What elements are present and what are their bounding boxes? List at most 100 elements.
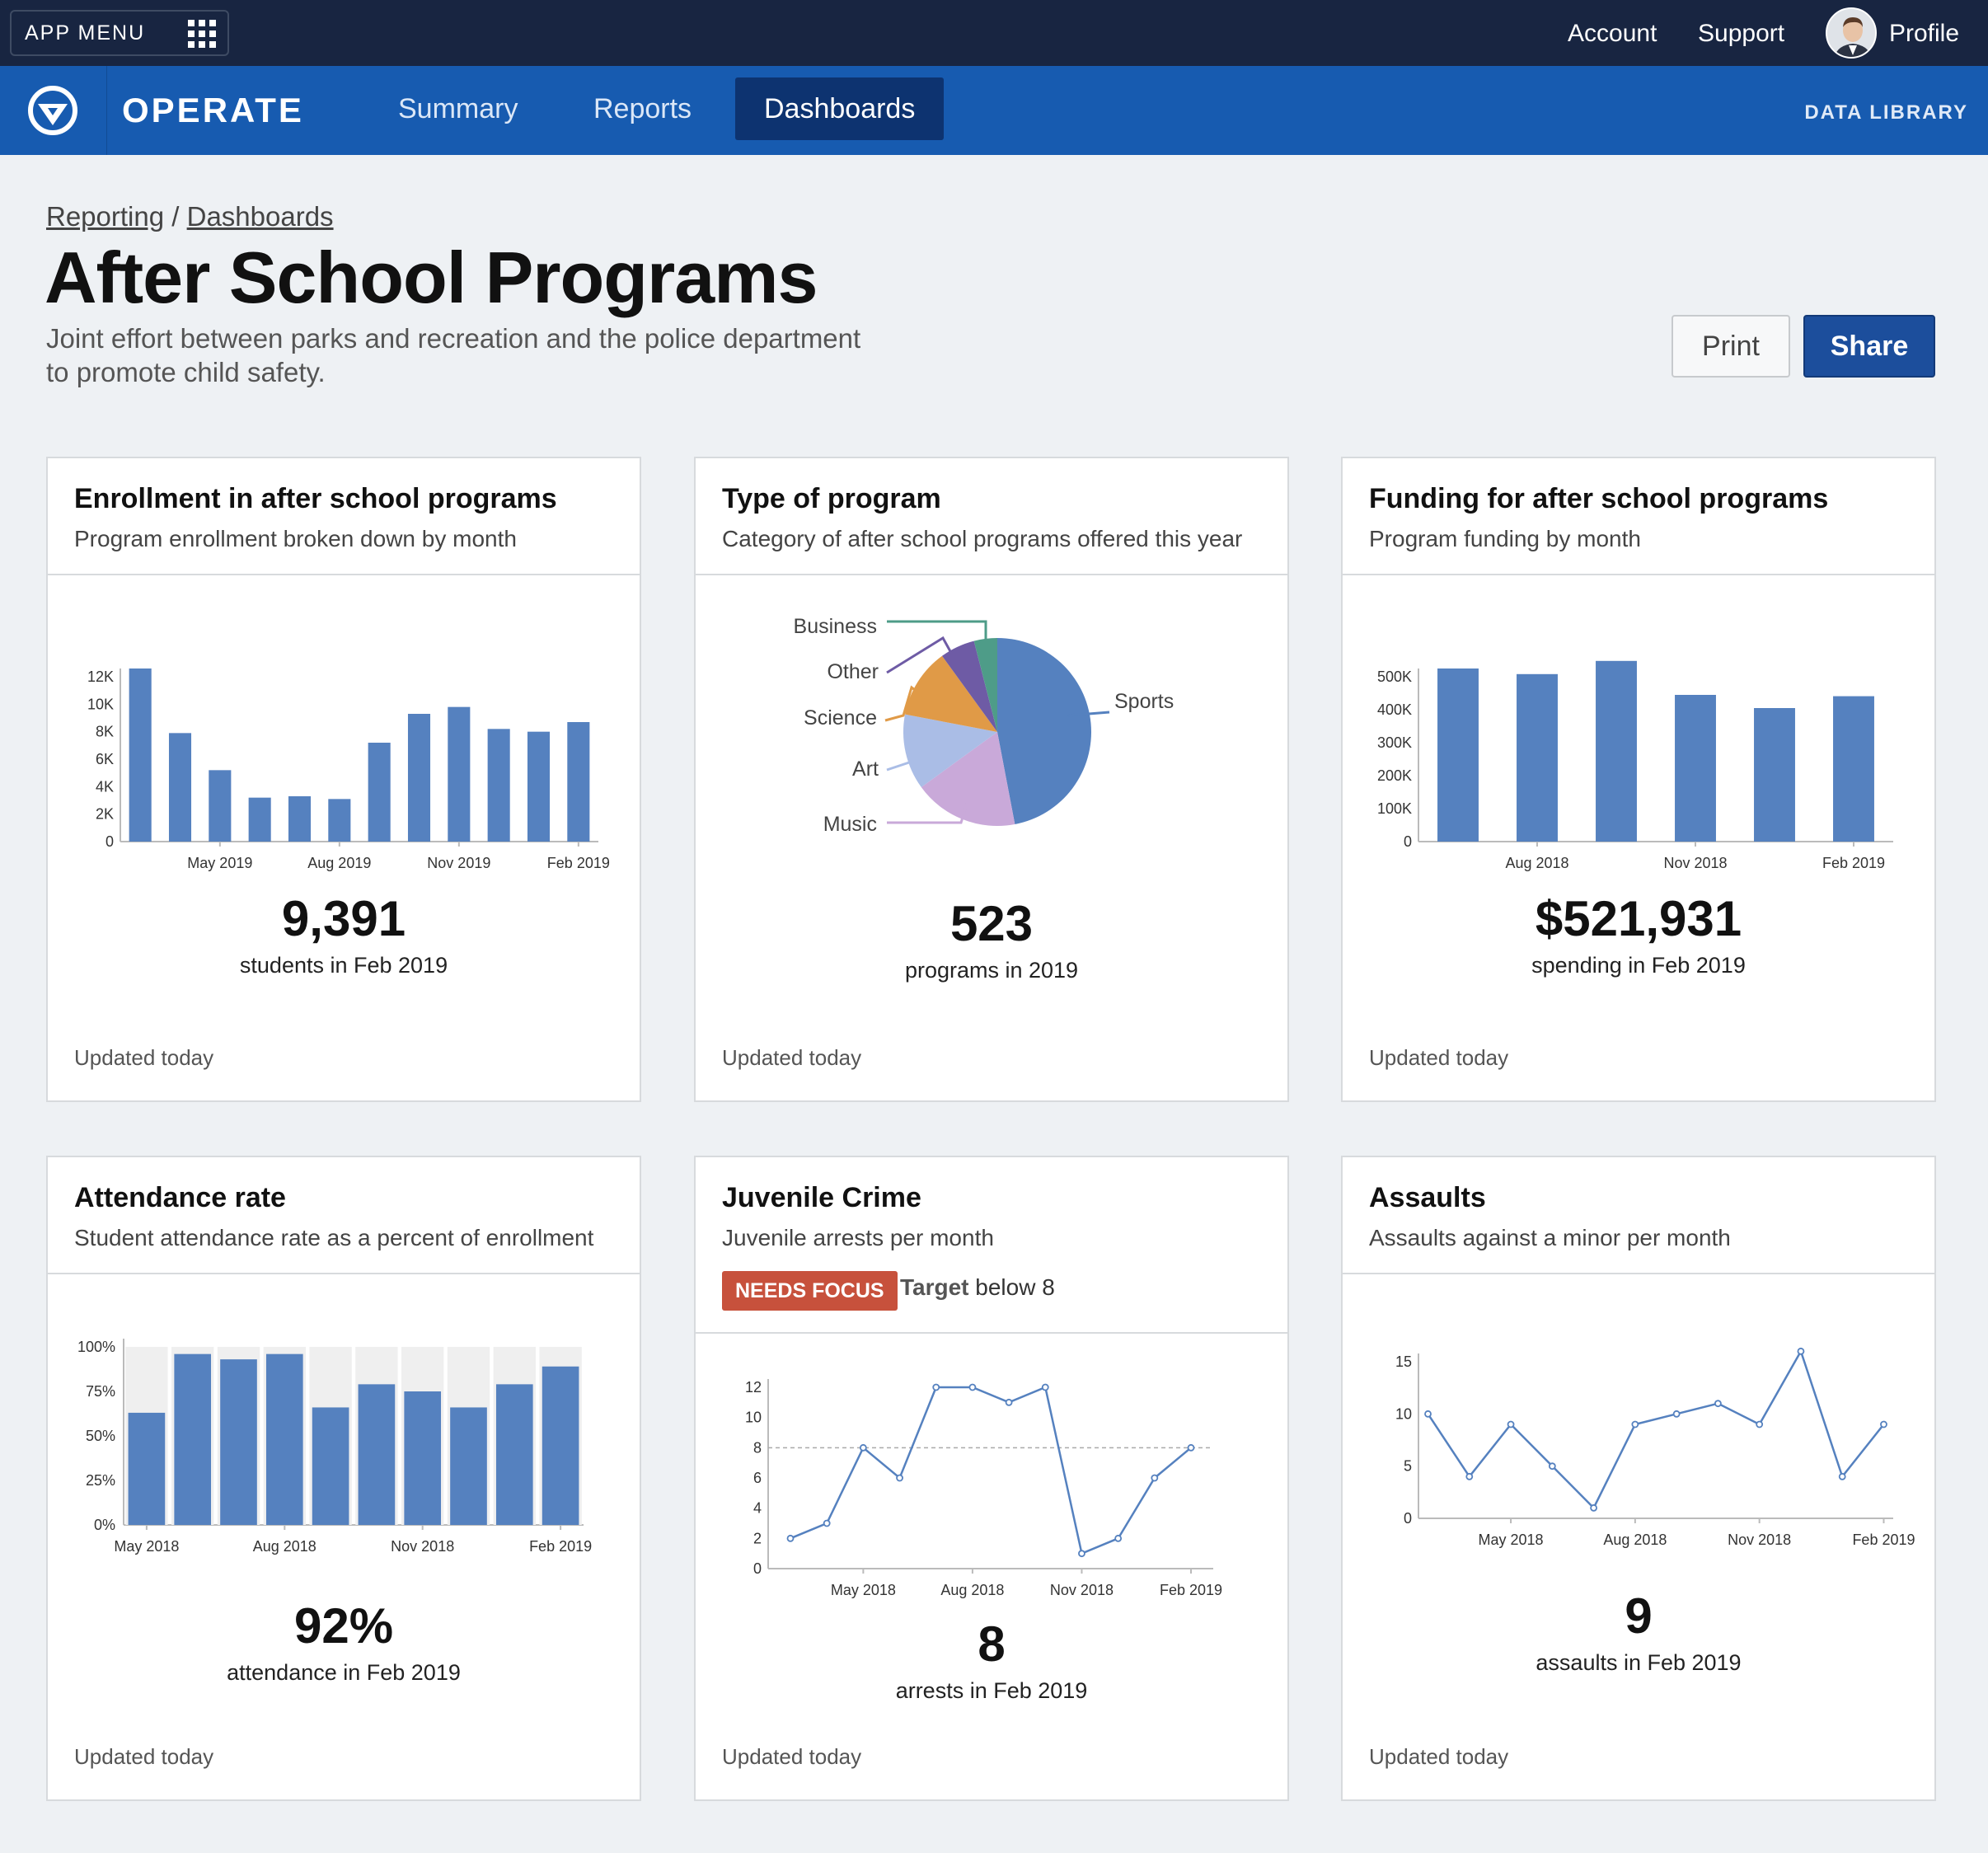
bar: [407, 714, 431, 842]
data-point: [1465, 1472, 1474, 1480]
card-description: Category of after school programs offere…: [722, 526, 1243, 551]
y-tick-label: 0: [1404, 833, 1412, 850]
y-tick-label: 50%: [86, 1428, 115, 1444]
data-point: [1114, 1534, 1123, 1542]
bar: [168, 733, 192, 842]
tab-reports[interactable]: Reports: [565, 77, 720, 140]
metric-caption: programs in 2019: [904, 958, 1079, 983]
tab-summary[interactable]: Summary: [369, 77, 546, 140]
card-description: Program funding by month: [1369, 526, 1641, 551]
profile-link[interactable]: Profile: [1889, 0, 1959, 66]
data-point: [1631, 1420, 1639, 1428]
bar: [404, 1391, 442, 1525]
data-point: [968, 1383, 977, 1391]
y-tick-label: 4: [753, 1500, 762, 1517]
tab-dashboards[interactable]: Dashboards: [735, 77, 945, 140]
pie-label: Other: [827, 660, 879, 683]
attendance-chart: 0% 25% 50% 75% 100% May 2018 Aug 2018 Nov 2018 F…: [77, 1339, 592, 1555]
y-tick-label: 25%: [86, 1472, 115, 1489]
card-header: Juvenile Crime Juvenile arrests per mont…: [696, 1157, 1287, 1334]
pie-label: Art: [852, 758, 879, 781]
y-tick-label: 8: [753, 1439, 762, 1456]
y-tick-label: 15: [1395, 1353, 1412, 1370]
data-point: [1838, 1472, 1846, 1480]
program-type-pie-chart: Sports Music Art Science Other Business: [794, 615, 1175, 836]
data-point: [1005, 1398, 1013, 1406]
share-button[interactable]: Share: [1803, 315, 1935, 378]
y-tick-label: 6K: [96, 751, 114, 767]
bar: [128, 1412, 166, 1525]
support-link[interactable]: Support: [1698, 0, 1784, 66]
metric-caption: arrests in Feb 2019: [895, 1678, 1088, 1703]
page-title: After School Programs: [45, 237, 818, 318]
bar: [368, 743, 391, 842]
card-description: Student attendance rate as a percent of …: [74, 1225, 594, 1250]
updated-label: Updated today: [1369, 1744, 1509, 1769]
data-library-link[interactable]: DATA LIBRARY: [1804, 66, 1968, 160]
data-point: [859, 1443, 867, 1452]
updated-label: Updated today: [74, 1045, 214, 1070]
target-word: Target: [900, 1274, 969, 1300]
breadcrumb-reporting[interactable]: Reporting: [46, 201, 164, 232]
y-tick-label: 2: [753, 1530, 762, 1546]
card-header: Enrollment in after school programs Prog…: [48, 458, 640, 575]
bar: [312, 1407, 349, 1525]
y-tick-label: 75%: [86, 1383, 115, 1400]
data-point: [1078, 1550, 1085, 1558]
bar: [174, 1353, 212, 1525]
card-title: Enrollment in after school programs: [74, 483, 557, 514]
data-point: [1151, 1474, 1159, 1482]
card-description: Juvenile arrests per month: [722, 1225, 994, 1250]
card-title: Funding for after school programs: [1369, 483, 1829, 514]
bar: [358, 1384, 396, 1525]
app-menu-button[interactable]: APP MENU: [10, 10, 229, 56]
assaults-chart: 0 5 10 15 May 2018 Aug 2018 Nov 2018 Feb 2019: [1395, 1347, 1915, 1548]
needs-focus-badge: NEEDS FOCUS: [722, 1271, 898, 1311]
x-tick-label: Nov 2018: [391, 1538, 454, 1555]
x-tick-label: Feb 2019: [547, 855, 610, 871]
avatar-icon: [1827, 9, 1875, 57]
metric-value: 9: [1625, 1588, 1653, 1644]
bar: [1517, 673, 1558, 842]
x-tick-label: Aug 2018: [940, 1582, 1004, 1598]
top-bar: APP MENU Account Support Profile: [0, 0, 1988, 66]
y-tick-label: 400K: [1377, 701, 1412, 718]
data-point: [1797, 1347, 1805, 1355]
pie-slice-sports: [997, 638, 1091, 824]
updated-label: Updated today: [1369, 1045, 1509, 1070]
target-value: below 8: [975, 1274, 1055, 1300]
x-tick-label: May 2019: [187, 855, 252, 871]
logo[interactable]: [0, 66, 107, 155]
x-tick-label: Feb 2019: [1822, 855, 1885, 871]
bar: [1833, 696, 1874, 842]
data-point: [1424, 1410, 1432, 1418]
app-menu-label: APP MENU: [25, 21, 146, 45]
bar: [1596, 660, 1637, 842]
x-tick-label: Aug 2018: [253, 1538, 316, 1555]
bar: [567, 722, 590, 842]
x-tick-label: Aug 2018: [1603, 1532, 1667, 1548]
y-tick-label: 10: [745, 1410, 762, 1426]
account-link[interactable]: Account: [1568, 0, 1657, 66]
print-button[interactable]: Print: [1672, 315, 1790, 378]
avatar[interactable]: [1826, 7, 1877, 59]
data-point: [1041, 1383, 1049, 1391]
y-tick-label: 6: [753, 1470, 762, 1486]
enrollment-card: Enrollment in after school programs Prog…: [46, 457, 641, 1102]
bar: [1754, 708, 1795, 842]
bar: [328, 799, 351, 842]
y-tick-label: 8K: [96, 724, 114, 740]
breadcrumb-dashboards[interactable]: Dashboards: [187, 201, 334, 232]
data-point: [1507, 1420, 1515, 1428]
bar: [220, 1359, 257, 1525]
pie-label: Music: [823, 813, 877, 836]
x-tick-label: Nov 2018: [1728, 1532, 1791, 1548]
y-tick-label: 12: [745, 1379, 762, 1396]
bar: [495, 1384, 533, 1525]
assaults-card: Assaults Assaults against a minor per mo…: [1341, 1156, 1936, 1801]
card-title: Assaults: [1369, 1182, 1486, 1213]
enrollment-chart: 0 2K 4K 6K 8K 10K 12K May 2019 Aug 2019 Nov 2019 F…: [87, 668, 610, 871]
card-description: Assaults against a minor per month: [1369, 1225, 1731, 1250]
card-header: Attendance rate Student attendance rate …: [48, 1157, 640, 1274]
metric-caption: assaults in Feb 2019: [1536, 1650, 1742, 1675]
